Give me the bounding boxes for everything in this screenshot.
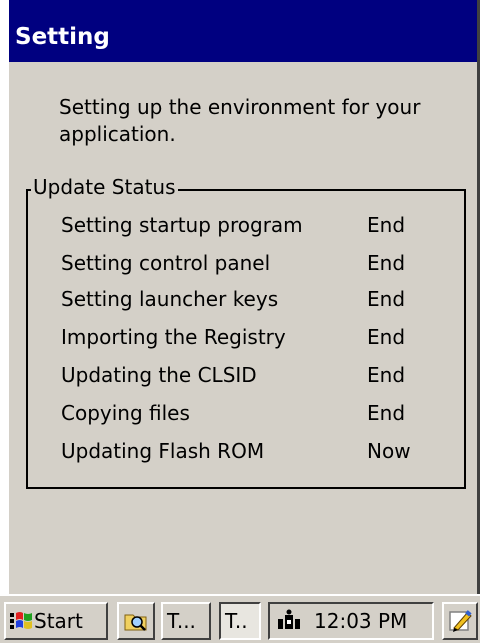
task-button-label: T..	[225, 609, 248, 633]
group-title: Update Status	[31, 174, 178, 200]
status-task: Updating the CLSID	[61, 363, 257, 387]
task-button-label: T...	[167, 609, 196, 633]
system-tray: 12:03 PM	[268, 602, 434, 640]
input-panel-icon	[449, 610, 472, 632]
status-row: Setting control panel End	[61, 248, 431, 278]
status-task: Updating Flash ROM	[61, 439, 265, 463]
taskbar-task-button[interactable]: T...	[161, 602, 211, 640]
taskbar: Start T... T.. 12:03 PM	[0, 594, 480, 643]
explorer-taskbar-button[interactable]	[117, 602, 155, 640]
status-row: Copying files End	[61, 398, 431, 428]
description-text: Setting up the environment for your appl…	[59, 95, 421, 146]
status-task: Copying files	[61, 401, 190, 425]
start-button[interactable]: Start	[4, 602, 108, 640]
status-row: Updating the CLSID End	[61, 360, 431, 390]
left-border	[0, 0, 9, 643]
status-task: Setting startup program	[61, 213, 303, 237]
network-icon[interactable]	[276, 609, 302, 633]
status-value: End	[367, 401, 406, 425]
status-value: End	[367, 213, 406, 237]
status-row: Updating Flash ROM Now	[61, 436, 431, 466]
status-value: End	[367, 251, 406, 275]
status-task: Importing the Registry	[61, 325, 286, 349]
start-label: Start	[34, 609, 83, 633]
status-value: Now	[367, 439, 411, 463]
window-title: Setting	[15, 24, 110, 50]
status-value: End	[367, 363, 406, 387]
status-task: Setting control panel	[61, 251, 271, 275]
windows-flag-icon	[10, 612, 32, 629]
status-row: Importing the Registry End	[61, 322, 431, 352]
screen: Setting Setting up the environment for y…	[0, 0, 480, 643]
status-row: Setting launcher keys End	[61, 284, 431, 314]
status-value: End	[367, 325, 406, 349]
status-task: Setting launcher keys	[61, 287, 279, 311]
input-panel-button[interactable]	[442, 602, 478, 640]
title-bar: Setting	[9, 0, 477, 62]
status-value: End	[367, 287, 406, 311]
clock[interactable]: 12:03 PM	[314, 604, 407, 638]
status-row: Setting startup program End	[61, 210, 431, 240]
explorer-icon	[124, 614, 147, 631]
taskbar-task-button-active[interactable]: T..	[219, 602, 261, 640]
